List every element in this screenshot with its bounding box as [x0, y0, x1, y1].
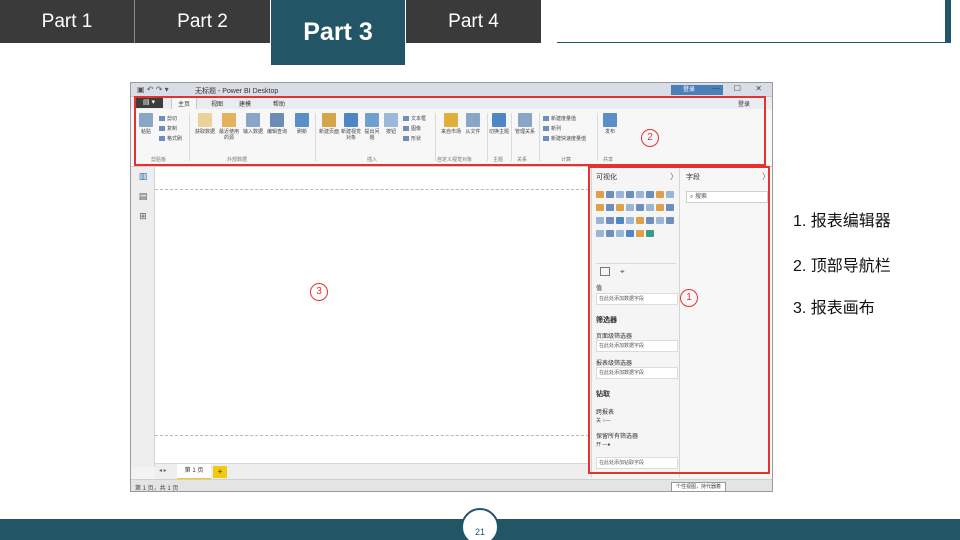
annotation-box-report-editor: [588, 166, 770, 474]
legend-item-report-canvas: 3. 报表画布: [793, 300, 875, 317]
tab-part-4[interactable]: Part 4: [406, 0, 541, 43]
page-tab[interactable]: 第 1 页: [177, 464, 211, 480]
page-tabs-bar: ◂ ▸ 第 1 页 +: [155, 463, 589, 480]
report-view-icon[interactable]: ▥: [138, 171, 148, 182]
header-accent-block: [945, 0, 951, 43]
status-tooltip: 个性视图，持代器着: [671, 482, 727, 491]
legend-item-top-nav: 2. 顶部导航栏: [793, 258, 891, 275]
tab-part-3[interactable]: Part 3: [271, 0, 405, 65]
annotation-marker-2: 2: [641, 129, 659, 147]
annotation-marker-1: 1: [680, 289, 698, 307]
slide: Part 1 Part 2 Part 3 Part 4 ▣ ↶ ↷ ▾ 无标题 …: [0, 0, 960, 540]
page-number: 21: [461, 508, 499, 540]
data-view-icon[interactable]: ▤: [138, 191, 148, 202]
relationships-view-icon[interactable]: ⊞: [138, 211, 148, 222]
tab-part-2[interactable]: Part 2: [135, 0, 270, 43]
canvas-bottom-guide: [155, 435, 589, 436]
canvas-top-guide: [155, 189, 589, 190]
legend-item-report-editor: 1. 报表编辑器: [793, 213, 891, 230]
add-page-button[interactable]: +: [213, 466, 227, 478]
tab-part-3-label: Part 3: [303, 18, 373, 46]
quick-access-toolbar[interactable]: ▣ ↶ ↷ ▾: [137, 85, 169, 94]
header-rule: [557, 42, 945, 43]
annotation-box-top-nav: [134, 96, 766, 166]
page-indicator: 第 1 页，共 1 页: [135, 486, 179, 492]
window-titlebar: ▣ ↶ ↷ ▾ 无标题 - Power BI Desktop 登录 — ☐ ✕: [131, 83, 772, 97]
tab-part-1[interactable]: Part 1: [0, 0, 134, 43]
report-canvas[interactable]: [155, 167, 589, 463]
tab-part-1-label: Part 1: [41, 10, 93, 32]
page-nav-arrows[interactable]: ◂ ▸: [159, 467, 167, 474]
annotation-marker-3: 3: [310, 283, 328, 301]
window-title: 无标题 - Power BI Desktop: [195, 88, 279, 95]
status-bar: 第 1 页，共 1 页 个性视图，持代器着: [131, 479, 772, 492]
tab-part-2-label: Part 2: [177, 10, 228, 32]
tab-part-4-label: Part 4: [448, 10, 499, 32]
view-switcher-rail: ▥ ▤ ⊞: [131, 167, 155, 467]
window-controls[interactable]: — ☐ ✕: [712, 84, 768, 93]
